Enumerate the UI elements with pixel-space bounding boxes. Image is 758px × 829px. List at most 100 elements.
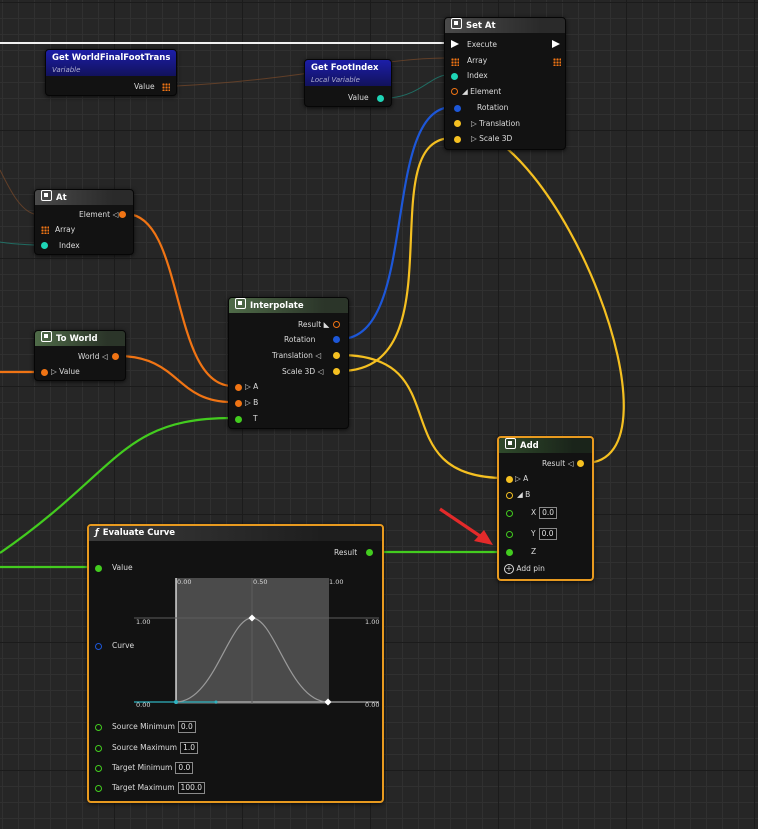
at-title: At [56,193,67,203]
evaluate-curve-header[interactable]: ƒ Evaluate Curve [89,526,382,541]
curve-left-mid-label: 1.00 [136,618,151,626]
evaluate-curve-node[interactable]: ƒ Evaluate Curve Result Value Curve 0.00 … [87,524,384,803]
interpolate-t-pin[interactable] [235,416,242,423]
exec-out-pin[interactable] [552,40,560,48]
array-pin[interactable] [451,58,459,66]
interpolate-a-pin[interactable] [235,384,242,391]
target-minimum-input[interactable]: 0.0 [175,762,194,774]
at-index-pin[interactable] [41,242,48,249]
get-world-final-foot-trans-node[interactable]: Get WorldFinalFootTrans Variable Value [45,49,177,96]
rotation-pin[interactable] [454,105,461,112]
at-array-label: Array [55,225,76,234]
add-z-label: Z [531,547,537,556]
set-at-element-label: ◢ Element [462,87,502,96]
get-foot-index-subtitle: Local Variable [311,76,360,84]
source-maximum-input[interactable]: 1.0 [180,742,199,754]
array-out-pin[interactable] [553,58,561,66]
add-node[interactable]: Add Result ◁ ▷ A ◢ B X 0.0 Y 0.0 Z + Add p… [497,436,594,581]
set-at-execute-label: Execute [467,40,497,49]
set-at-scale-label: ▷ Scale 3D [471,134,513,143]
get-foot-index-node[interactable]: Get FootIndex Local Variable Value [304,59,392,107]
add-x-label: X 0.0 [531,507,558,519]
curve-bottom-right-label: 0.00 [365,701,380,709]
interpolate-result-label: Result ◣ [298,320,330,329]
at-element-pin[interactable] [119,211,126,218]
interpolate-node[interactable]: Interpolate Result ◣ Rotation Translatio… [228,297,349,429]
curve-editor[interactable]: 0.00 0.50 1.00 1.00 1.00 0.00 0.00 [134,578,379,713]
get-foot-index-value-label: Value [348,93,369,102]
target-minimum-pin[interactable] [95,765,102,772]
interpolate-a-label: ▷ A [245,382,259,391]
scale-pin[interactable] [454,136,461,143]
source-minimum-input[interactable]: 0.0 [177,721,196,733]
at-index-label: Index [59,241,80,250]
to-world-value-pin[interactable] [41,369,48,376]
interpolate-scale-pin[interactable] [333,368,340,375]
evaluate-curve-value-pin[interactable] [95,565,102,572]
target-maximum-pin[interactable] [95,785,102,792]
set-at-translation-label: ▷ Translation [471,119,521,128]
function-f-icon: ƒ [95,528,99,538]
function-icon [235,298,246,309]
evaluate-curve-title: Evaluate Curve [102,528,176,538]
get-world-final-value-label: Value [134,82,155,91]
interpolate-b-pin[interactable] [235,400,242,407]
get-world-final-header[interactable]: Get WorldFinalFootTrans Variable [46,50,176,76]
exec-in-pin[interactable] [451,40,459,48]
add-x-input[interactable]: 0.0 [539,507,558,519]
add-x-pin[interactable] [506,510,513,517]
interpolate-title: Interpolate [250,301,304,311]
target-maximum-input[interactable]: 100.0 [177,782,206,794]
source-minimum-pin[interactable] [95,724,102,731]
evaluate-curve-result-pin[interactable] [366,549,373,556]
at-header[interactable]: At [35,190,133,205]
add-header[interactable]: Add [499,438,592,453]
interpolate-rotation-pin[interactable] [333,336,340,343]
interpolate-t-label: T [253,414,258,423]
interpolate-result-pin[interactable] [333,321,340,328]
interpolate-rotation-label: Rotation [284,335,316,344]
add-y-input[interactable]: 0.0 [538,528,557,540]
add-a-pin[interactable] [506,476,513,483]
index-pin[interactable] [451,73,458,80]
element-pin[interactable] [451,88,458,95]
get-world-final-title: Get WorldFinalFootTrans [52,53,171,63]
set-at-header[interactable]: Set At [445,18,565,33]
at-element-label: Element ◁ [79,210,119,219]
add-y-label: Y 0.0 [531,528,557,540]
set-at-node[interactable]: Set At Execute Array Index ◢ Element Rot… [444,17,566,150]
function-icon [41,331,52,342]
get-world-final-value-pin[interactable] [162,83,170,91]
target-minimum-label: Target Minimum 0.0 [112,762,194,774]
get-foot-index-header[interactable]: Get FootIndex Local Variable [305,60,391,86]
add-b-pin[interactable] [506,492,513,499]
interpolate-translation-pin[interactable] [333,352,340,359]
at-array-pin[interactable] [41,226,49,234]
add-result-label: Result ◁ [542,459,574,468]
translation-pin[interactable] [454,120,461,127]
to-world-header[interactable]: To World [35,331,125,346]
get-world-final-subtitle: Variable [52,66,81,74]
at-node[interactable]: At Element ◁ Array Index [34,189,134,255]
add-result-pin[interactable] [577,460,584,467]
interpolate-translation-label: Translation ◁ [272,351,322,360]
interpolate-header[interactable]: Interpolate [229,298,348,313]
evaluate-curve-result-label: Result [334,548,358,557]
set-at-title: Set At [466,21,496,31]
get-foot-index-value-pin[interactable] [377,95,384,102]
get-foot-index-title: Get FootIndex [311,63,379,73]
evaluate-curve-curve-pin[interactable] [95,643,102,650]
curve-top-right-label: 1.00 [329,578,344,586]
to-world-output-pin[interactable] [112,353,119,360]
interpolate-b-label: ▷ B [245,398,259,407]
curve-bottom-left-label: 0.00 [136,701,151,709]
to-world-node[interactable]: To World World ◁ ▷ Value [34,330,126,381]
evaluate-curve-curve-label: Curve [112,641,135,650]
add-y-pin[interactable] [506,531,513,538]
add-title: Add [520,441,539,451]
curve-top-left-label: 0.00 [177,578,192,586]
source-maximum-pin[interactable] [95,745,102,752]
curve-top-mid-label: 0.50 [253,578,268,586]
add-pin-button[interactable]: + Add pin [504,563,545,575]
add-z-pin[interactable] [506,549,513,556]
